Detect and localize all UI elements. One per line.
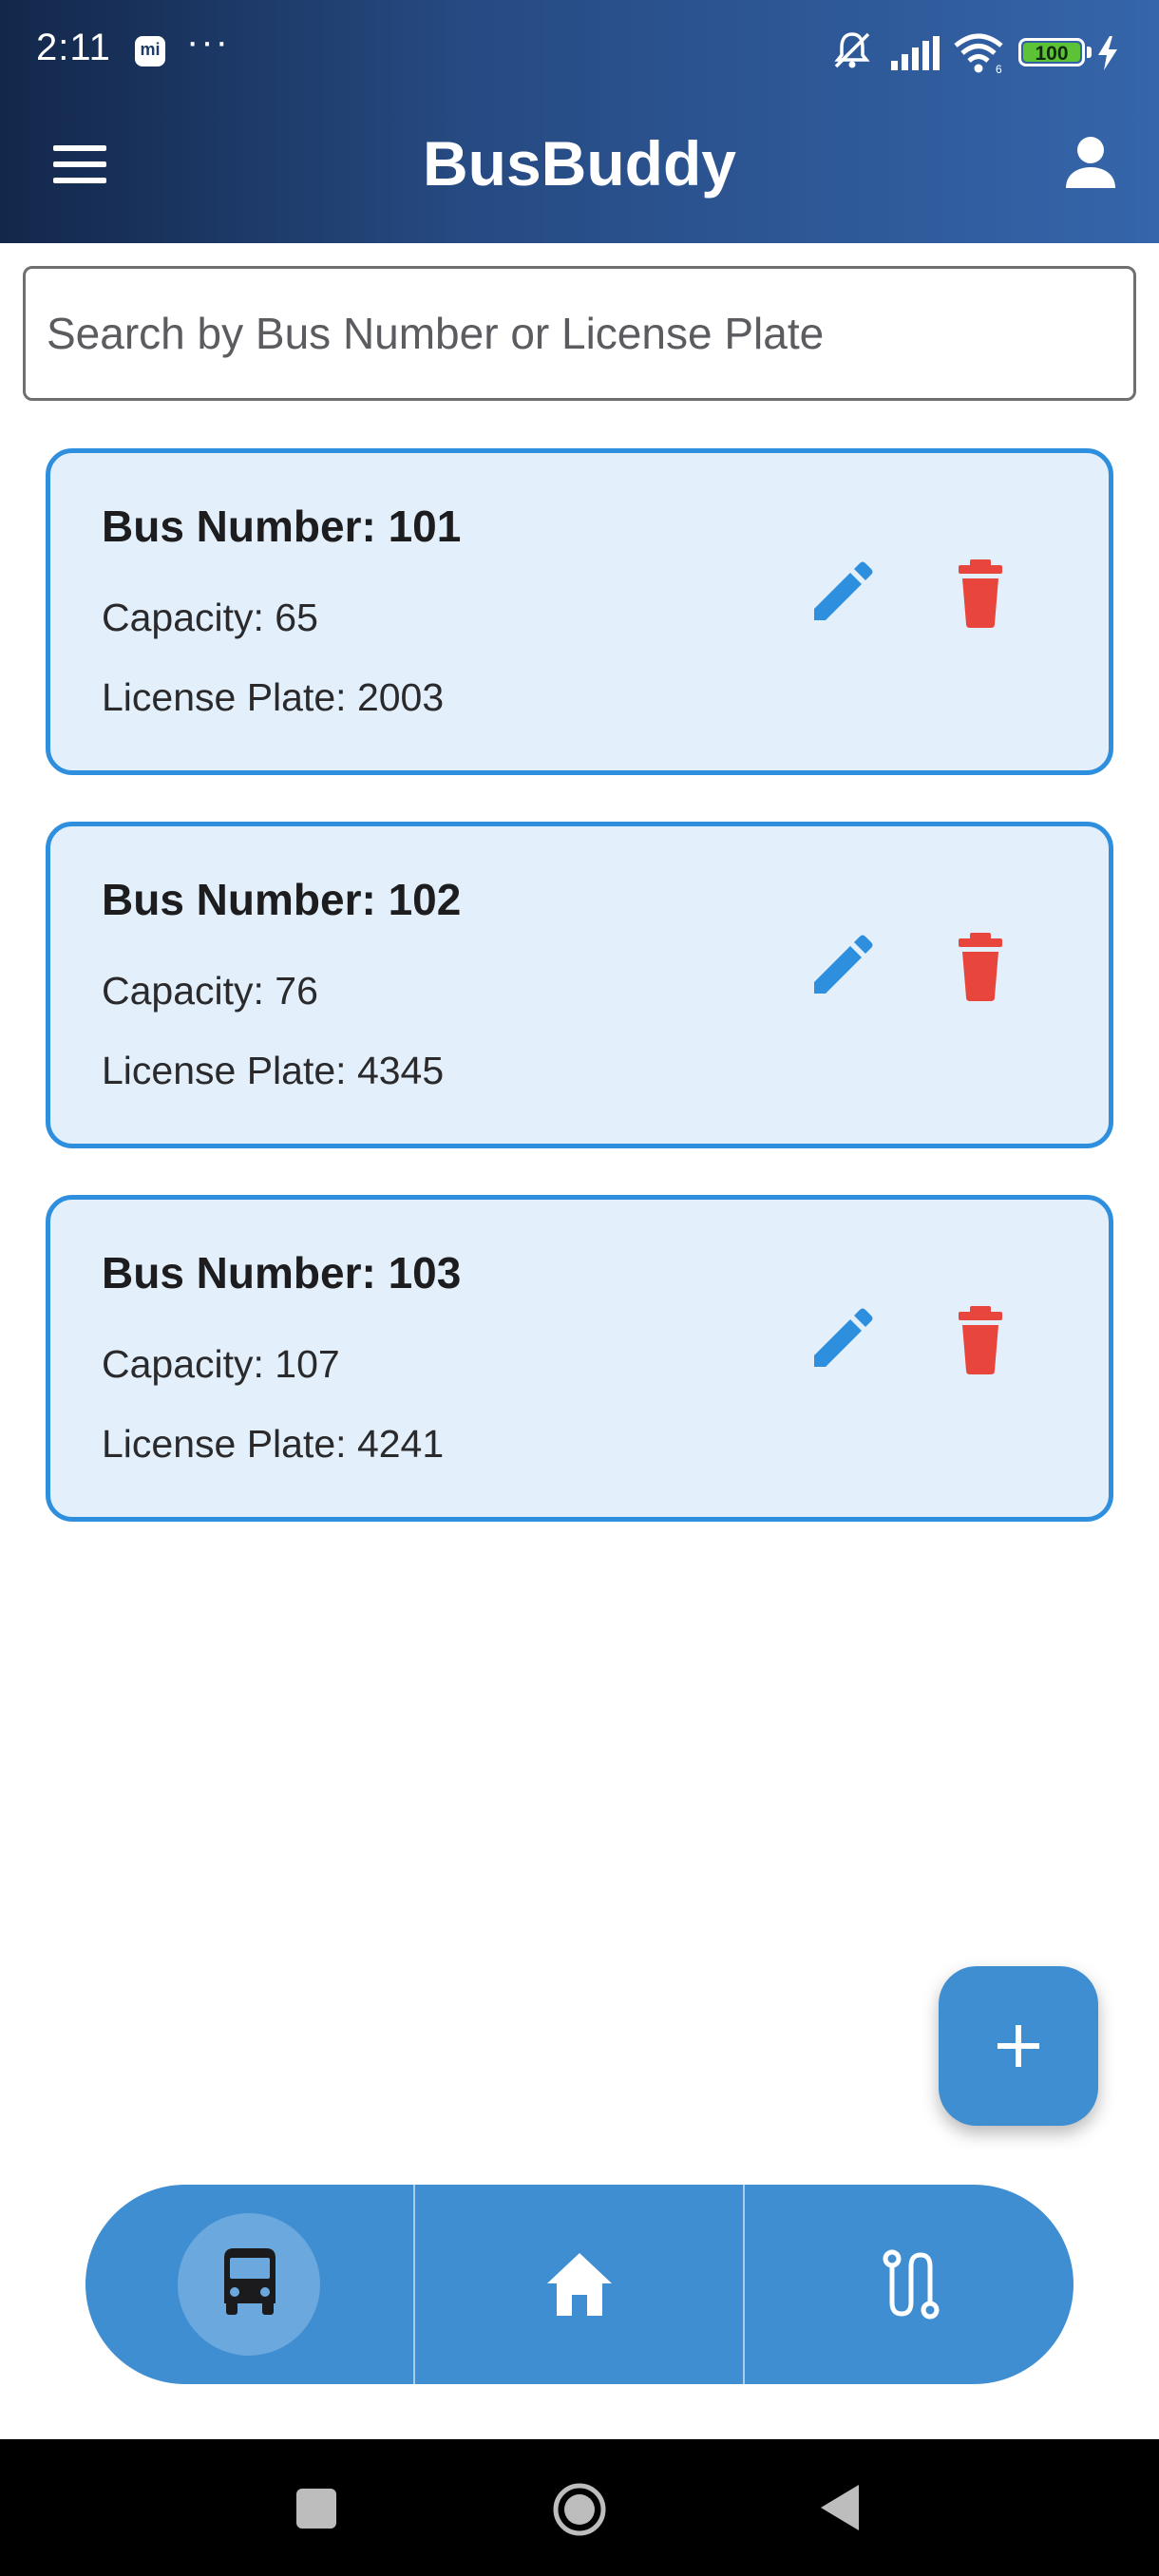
search-input[interactable] bbox=[23, 266, 1136, 401]
bus-number: Bus Number: 103 bbox=[102, 1248, 462, 1297]
bus-number: Bus Number: 101 bbox=[102, 502, 462, 551]
bus-card[interactable]: Bus Number: 103 Capacity: 107 License Pl… bbox=[46, 1195, 1113, 1522]
more-notifications-indicator: ··· bbox=[186, 21, 230, 63]
delete-bus-button[interactable] bbox=[940, 925, 1021, 1007]
svg-text:6: 6 bbox=[996, 63, 1002, 74]
bus-capacity: Capacity: 76 bbox=[102, 969, 318, 1013]
bus-license-plate: License Plate: 4241 bbox=[102, 1422, 445, 1466]
nav-item-routes[interactable] bbox=[745, 2185, 1074, 2384]
status-time: 2:11 bbox=[36, 27, 111, 68]
trash-icon bbox=[959, 1306, 1002, 1374]
plus-icon bbox=[998, 2025, 1039, 2067]
home-button-icon[interactable] bbox=[551, 2481, 608, 2538]
bus-license-plate: License Plate: 2003 bbox=[102, 675, 445, 719]
account-button[interactable] bbox=[1045, 122, 1140, 207]
system-navigation-bar bbox=[0, 2439, 1159, 2576]
battery-level: 100 bbox=[1035, 43, 1069, 65]
bus-number: Bus Number: 102 bbox=[102, 875, 462, 924]
account-icon bbox=[1066, 137, 1115, 188]
pencil-icon bbox=[814, 1308, 873, 1367]
trash-icon bbox=[959, 559, 1002, 628]
delete-bus-button[interactable] bbox=[940, 1298, 1021, 1380]
bus-capacity: Capacity: 65 bbox=[102, 596, 318, 639]
route-icon bbox=[883, 2249, 940, 2320]
status-bar: 2:11 ··· 6 100 bbox=[0, 0, 1159, 84]
delete-bus-button[interactable] bbox=[940, 552, 1021, 634]
mi-notification-icon bbox=[135, 36, 165, 66]
edit-bus-button[interactable] bbox=[801, 552, 883, 634]
add-bus-button[interactable] bbox=[939, 1966, 1098, 2126]
nav-item-home[interactable] bbox=[415, 2185, 744, 2384]
edit-bus-button[interactable] bbox=[801, 1298, 883, 1380]
signal-icon bbox=[891, 36, 940, 70]
bus-license-plate: License Plate: 4345 bbox=[102, 1049, 445, 1092]
wifi-icon: 6 bbox=[954, 33, 1003, 74]
home-icon bbox=[547, 2253, 612, 2316]
trash-icon bbox=[959, 933, 1002, 1001]
battery-icon: 100 bbox=[1018, 38, 1085, 66]
bus-card[interactable]: Bus Number: 101 Capacity: 65 License Pla… bbox=[46, 448, 1113, 775]
bottom-navigation bbox=[86, 2185, 1074, 2384]
bus-list: Bus Number: 101 Capacity: 65 License Pla… bbox=[46, 448, 1113, 1568]
recents-button-icon[interactable] bbox=[294, 2487, 338, 2530]
pencil-icon bbox=[814, 561, 873, 620]
bus-icon bbox=[224, 2248, 276, 2315]
app-bar: BusBuddy bbox=[0, 84, 1159, 243]
back-button-icon[interactable] bbox=[817, 2483, 861, 2532]
mute-icon bbox=[834, 32, 870, 68]
edit-bus-button[interactable] bbox=[801, 925, 883, 1007]
bus-card[interactable]: Bus Number: 102 Capacity: 76 License Pla… bbox=[46, 822, 1113, 1148]
bus-capacity: Capacity: 107 bbox=[102, 1342, 340, 1386]
charging-icon bbox=[1098, 36, 1117, 70]
app-title: BusBuddy bbox=[423, 128, 736, 199]
nav-item-buses[interactable] bbox=[86, 2185, 414, 2384]
pencil-icon bbox=[814, 935, 873, 994]
